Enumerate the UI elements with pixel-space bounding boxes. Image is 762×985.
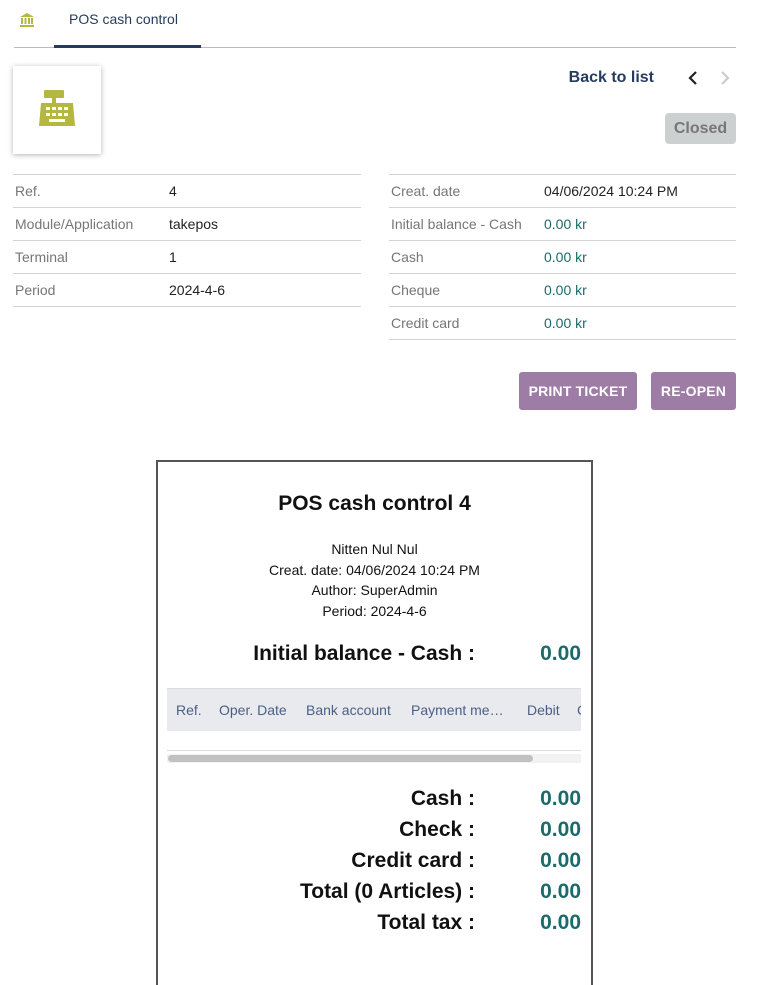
ticket-author: Author: SuperAdmin bbox=[311, 582, 438, 598]
back-to-list-link[interactable]: Back to list bbox=[569, 69, 654, 87]
field-row-initial-balance: Initial balance - Cash 0.00 kr bbox=[389, 208, 736, 241]
field-label: Cash bbox=[391, 249, 424, 265]
field-row-cash: Cash 0.00 kr bbox=[389, 241, 736, 274]
tab-pos-cash-control[interactable]: POS cash control bbox=[54, 0, 201, 48]
sum-label: Cash : bbox=[410, 787, 475, 810]
ticket-creat-date: Creat. date: 04/06/2024 10:24 PM bbox=[269, 561, 480, 578]
field-value: 04/06/2024 10:24 PM bbox=[544, 183, 678, 199]
field-value: 0.00 kr bbox=[544, 315, 587, 331]
ticket-period: Period: 2024-4-6 bbox=[322, 602, 427, 619]
bank-icon[interactable] bbox=[19, 12, 35, 28]
right-field-table: Creat. date 04/06/2024 10:24 PM Initial … bbox=[389, 174, 736, 340]
sum-value: 0.00 bbox=[540, 818, 581, 841]
field-value: 0.00 kr bbox=[544, 249, 587, 265]
field-label: Module/Application bbox=[15, 216, 134, 232]
ticket-total-check: Check : 0.00 bbox=[158, 818, 591, 846]
left-field-table: Ref. 4 Module/Application takepos Termin… bbox=[13, 174, 361, 307]
ticket-total-tax: Total tax : 0.00 bbox=[158, 911, 591, 939]
column-header[interactable]: C bbox=[577, 702, 581, 718]
field-row-module: Module/Application takepos bbox=[13, 208, 361, 241]
column-header[interactable]: Payment me… bbox=[411, 702, 504, 718]
ticket-title: POS cash control 4 bbox=[278, 492, 471, 515]
tab-bar: POS cash control bbox=[14, 0, 736, 48]
ticket-total-articles: Total (0 Articles) : 0.00 bbox=[158, 880, 591, 908]
cash-register-logo bbox=[13, 66, 101, 154]
chevron-right-icon bbox=[714, 67, 736, 89]
sum-value: 0.00 bbox=[540, 911, 581, 934]
ticket-table-body bbox=[167, 731, 581, 751]
field-value: takepos bbox=[169, 216, 219, 232]
ticket-total-cash: Cash : 0.00 bbox=[158, 787, 591, 815]
sum-label: Total tax : bbox=[377, 911, 475, 934]
field-value: 2024-4-6 bbox=[169, 282, 226, 298]
field-row-terminal: Terminal 1 bbox=[13, 241, 361, 274]
status-badge: Closed bbox=[665, 113, 736, 144]
sum-label: Initial balance - Cash : bbox=[253, 642, 475, 665]
field-row-ref: Ref. 4 bbox=[13, 175, 361, 208]
field-label: Credit card bbox=[391, 315, 460, 331]
ticket-total-credit-card: Credit card : 0.00 bbox=[158, 849, 591, 877]
sum-value: 0.00 bbox=[540, 787, 581, 810]
sum-label: Credit card : bbox=[351, 849, 475, 872]
ticket-company: Nitten Nul Nul bbox=[331, 541, 418, 557]
field-label: Initial balance - Cash bbox=[391, 216, 522, 232]
tab-label: POS cash control bbox=[69, 11, 178, 27]
sum-value: 0.00 bbox=[540, 880, 581, 903]
sum-value: 0.00 bbox=[540, 642, 581, 665]
field-label: Creat. date bbox=[391, 183, 461, 199]
field-row-credit-card: Credit card 0.00 kr bbox=[389, 307, 736, 340]
field-value: 0.00 kr bbox=[544, 216, 587, 232]
field-label: Period bbox=[15, 282, 56, 298]
field-value: 4 bbox=[169, 183, 177, 199]
print-ticket-button[interactable]: PRINT TICKET bbox=[519, 372, 637, 410]
column-header[interactable]: Oper. Date bbox=[219, 702, 287, 718]
reopen-button[interactable]: RE-OPEN bbox=[651, 372, 736, 410]
ticket-table-header: Ref. Oper. Date Bank account Payment me…… bbox=[167, 688, 581, 731]
field-row-cheque: Cheque 0.00 kr bbox=[389, 274, 736, 307]
field-label: Cheque bbox=[391, 282, 441, 298]
sum-label: Check : bbox=[399, 818, 475, 841]
field-value: 0.00 kr bbox=[544, 282, 587, 298]
column-header[interactable]: Bank account bbox=[306, 702, 391, 718]
field-label: Ref. bbox=[15, 183, 41, 199]
record-navigation: Back to list bbox=[569, 66, 736, 90]
scrollbar-thumb[interactable] bbox=[168, 755, 533, 762]
ticket-preview: POS cash control 4 Nitten Nul Nul Creat.… bbox=[156, 460, 593, 985]
ticket-initial-balance: Initial balance - Cash : 0.00 bbox=[158, 642, 591, 670]
chevron-left-icon[interactable] bbox=[682, 67, 704, 89]
column-header[interactable]: Debit bbox=[527, 702, 560, 718]
field-row-period: Period 2024-4-6 bbox=[13, 274, 361, 307]
ticket-info: Nitten Nul Nul Creat. date: 04/06/2024 1… bbox=[158, 539, 591, 621]
sum-label: Total (0 Articles) : bbox=[299, 880, 475, 903]
horizontal-scrollbar[interactable] bbox=[167, 754, 581, 763]
field-row-creat-date: Creat. date 04/06/2024 10:24 PM bbox=[389, 175, 736, 208]
column-header[interactable]: Ref. bbox=[176, 702, 202, 718]
sum-value: 0.00 bbox=[540, 849, 581, 872]
cash-register-icon bbox=[39, 90, 75, 126]
field-label: Terminal bbox=[15, 249, 68, 265]
field-value: 1 bbox=[169, 249, 177, 265]
